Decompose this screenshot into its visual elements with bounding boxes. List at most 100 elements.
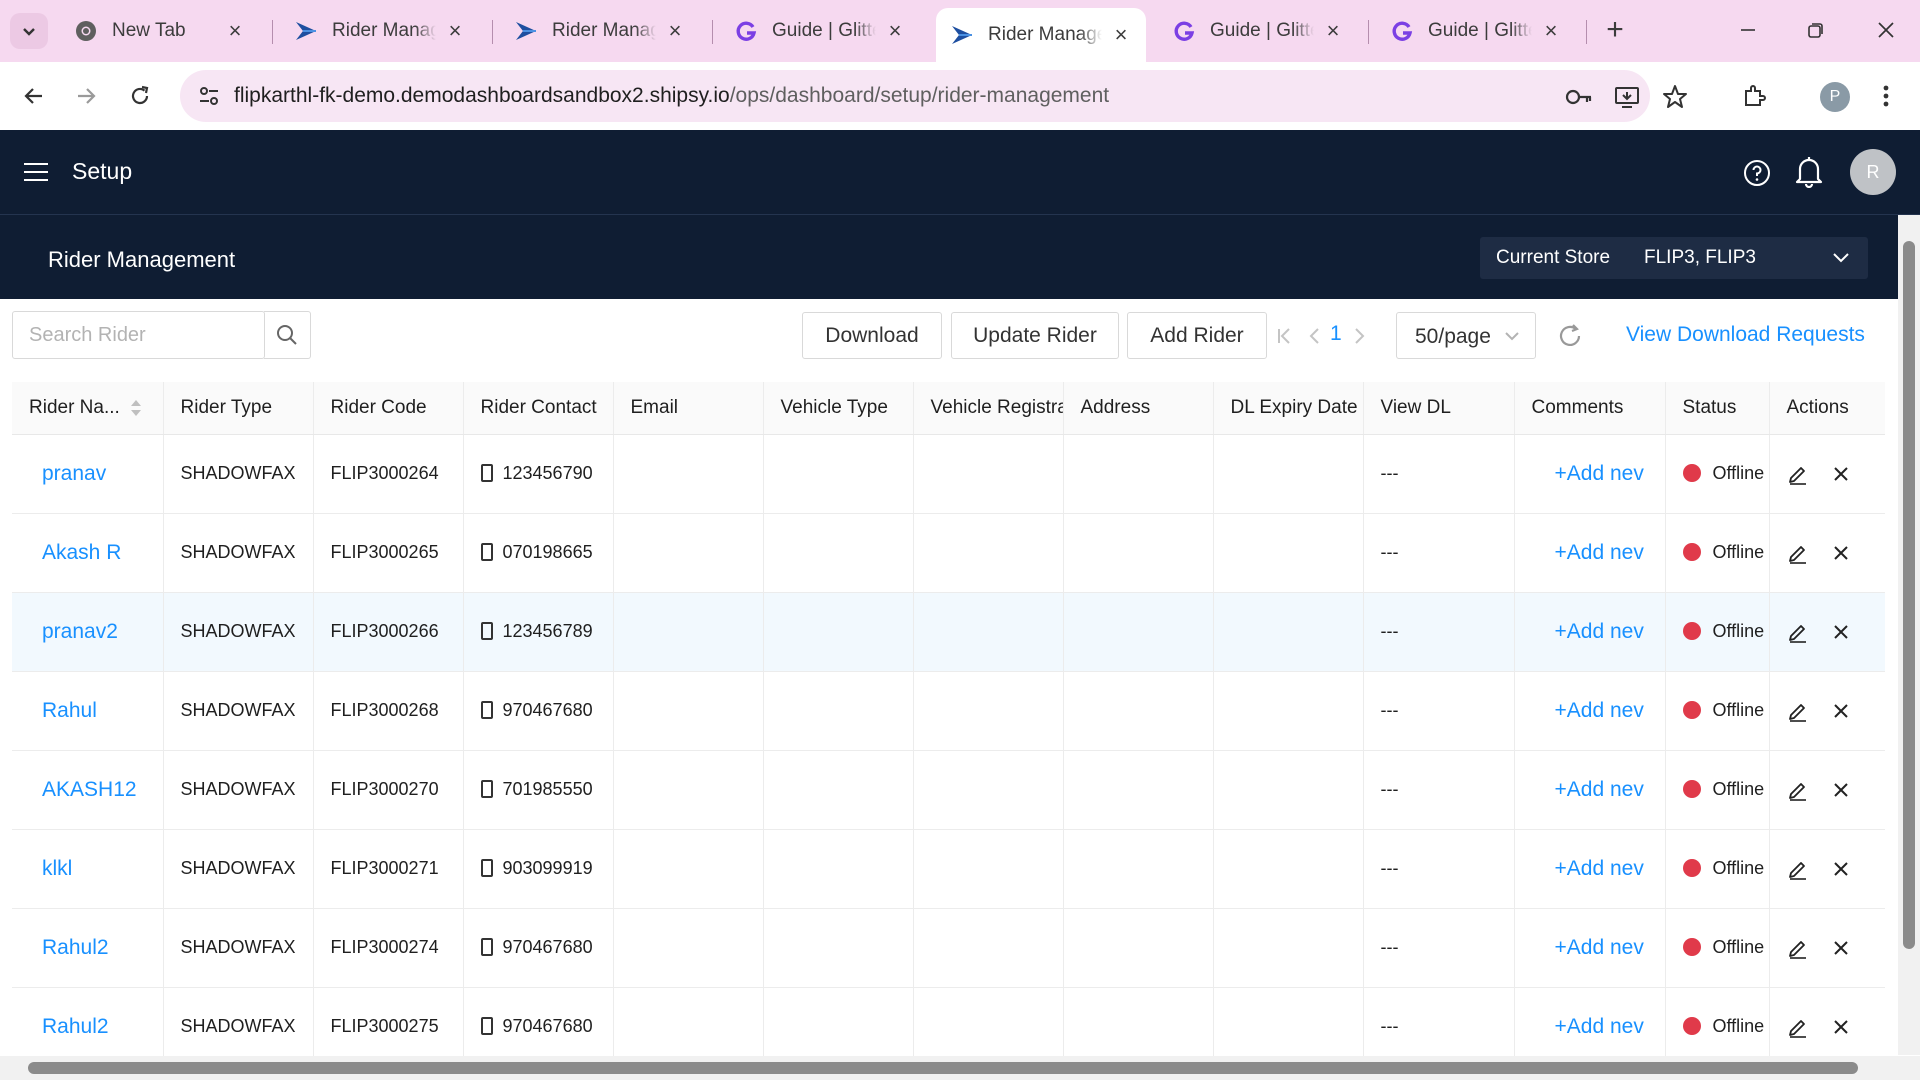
- rider-name-link[interactable]: pranav2: [12, 592, 164, 672]
- table-row[interactable]: Rahul2 SHADOWFAX FLIP3000274 970467680 -…: [12, 908, 1885, 988]
- scroll-thumb[interactable]: [1903, 241, 1915, 949]
- profile-avatar[interactable]: P: [1820, 82, 1850, 112]
- edit-icon[interactable]: [1787, 463, 1809, 485]
- view-download-requests-link[interactable]: View Download Requests: [1626, 323, 1865, 347]
- rider-name-link[interactable]: Rahul2: [12, 908, 164, 988]
- table-row[interactable]: Rahul2 SHADOWFAX FLIP3000275 970467680 -…: [12, 987, 1885, 1056]
- edit-icon[interactable]: [1787, 779, 1809, 801]
- browser-tab-3[interactable]: Guide | Glitter ×: [720, 8, 920, 54]
- browser-tab-1[interactable]: Rider Management ×: [280, 8, 480, 54]
- edit-icon[interactable]: [1787, 621, 1809, 643]
- close-icon[interactable]: ×: [1322, 20, 1344, 42]
- search-button[interactable]: [264, 311, 311, 359]
- back-button[interactable]: [14, 76, 54, 116]
- add-comment-link[interactable]: +Add nev: [1514, 750, 1666, 830]
- table-row[interactable]: Akash R SHADOWFAX FLIP3000265 070198665 …: [12, 513, 1885, 593]
- close-icon[interactable]: ×: [664, 20, 686, 42]
- vehicle-type-cell: [763, 987, 914, 1056]
- close-icon[interactable]: ×: [444, 20, 466, 42]
- table-row[interactable]: Rahul SHADOWFAX FLIP3000268 970467680 --…: [12, 671, 1885, 751]
- table-row[interactable]: klkl SHADOWFAX FLIP3000271 903099919 ---…: [12, 829, 1885, 909]
- reload-button[interactable]: [120, 76, 160, 116]
- column-header-rider-name[interactable]: Rider Na...: [12, 382, 164, 435]
- table-row[interactable]: AKASH12 SHADOWFAX FLIP3000270 701985550 …: [12, 750, 1885, 830]
- browser-tab-4-active[interactable]: Rider Management ×: [936, 8, 1146, 62]
- add-rider-button[interactable]: Add Rider: [1127, 312, 1267, 359]
- scroll-thumb[interactable]: [28, 1062, 1858, 1074]
- rider-name-link[interactable]: pranav: [12, 434, 164, 514]
- browser-menu-button[interactable]: [1866, 76, 1906, 116]
- edit-icon[interactable]: [1787, 858, 1809, 880]
- add-comment-link[interactable]: +Add nev: [1514, 908, 1666, 988]
- table-row[interactable]: pranav2 SHADOWFAX FLIP3000266 123456789 …: [12, 592, 1885, 672]
- chevron-down-icon: [23, 28, 35, 36]
- browser-tab-5[interactable]: Guide | Glitter ×: [1158, 8, 1358, 54]
- minimize-button[interactable]: [1728, 12, 1768, 48]
- add-comment-link[interactable]: +Add nev: [1514, 829, 1666, 909]
- delete-x-icon[interactable]: [1830, 700, 1852, 722]
- view-dl-cell: ---: [1363, 908, 1515, 988]
- add-comment-link[interactable]: +Add nev: [1514, 434, 1666, 514]
- install-app-icon[interactable]: [1612, 82, 1642, 112]
- add-comment-link[interactable]: +Add nev: [1514, 592, 1666, 672]
- new-tab-button[interactable]: +: [1598, 14, 1632, 48]
- tab-search-button[interactable]: [10, 13, 48, 49]
- page-size-select[interactable]: 50/page: [1396, 312, 1536, 359]
- edit-icon[interactable]: [1787, 700, 1809, 722]
- delete-x-icon[interactable]: [1830, 542, 1852, 564]
- download-button[interactable]: Download: [802, 312, 942, 359]
- delete-x-icon[interactable]: [1830, 937, 1852, 959]
- add-comment-link[interactable]: +Add nev: [1514, 671, 1666, 751]
- rider-name-link[interactable]: klkl: [12, 829, 164, 909]
- forward-button[interactable]: [66, 76, 106, 116]
- address-bar[interactable]: flipkarthl-fk-demo.demodashboardsandbox2…: [180, 70, 1687, 122]
- delete-x-icon[interactable]: [1830, 621, 1852, 643]
- add-comment-link[interactable]: +Add nev: [1514, 513, 1666, 593]
- delete-x-icon[interactable]: [1830, 858, 1852, 880]
- address-cell: [1063, 829, 1214, 909]
- delete-x-icon[interactable]: [1830, 1016, 1852, 1038]
- browser-tab-2[interactable]: Rider Management ×: [500, 8, 700, 54]
- prev-page-icon[interactable]: [1302, 322, 1326, 350]
- dl-expiry-cell: [1213, 987, 1364, 1056]
- edit-icon[interactable]: [1787, 937, 1809, 959]
- first-page-icon[interactable]: [1272, 322, 1296, 350]
- update-rider-button[interactable]: Update Rider: [951, 312, 1119, 359]
- browser-tab-6[interactable]: Guide | Glitter ×: [1376, 8, 1576, 54]
- extensions-button[interactable]: [1734, 76, 1774, 116]
- edit-icon[interactable]: [1787, 542, 1809, 564]
- delete-x-icon[interactable]: [1830, 463, 1852, 485]
- close-icon[interactable]: ×: [1110, 24, 1132, 46]
- horizontal-scrollbar[interactable]: [0, 1056, 1920, 1080]
- vehicle-type-cell: [763, 671, 914, 751]
- current-page[interactable]: 1: [1330, 322, 1342, 346]
- close-icon[interactable]: ×: [1540, 20, 1562, 42]
- search-input[interactable]: [13, 312, 264, 358]
- close-icon[interactable]: ×: [224, 20, 246, 42]
- help-icon[interactable]: [1742, 158, 1772, 188]
- user-avatar[interactable]: R: [1850, 149, 1896, 195]
- rider-name-link[interactable]: Akash R: [12, 513, 164, 593]
- password-key-icon[interactable]: [1564, 82, 1594, 112]
- bookmark-star-icon[interactable]: [1660, 82, 1690, 112]
- refresh-icon[interactable]: [1556, 322, 1584, 350]
- bell-icon[interactable]: [1794, 154, 1824, 188]
- delete-x-icon[interactable]: [1830, 779, 1852, 801]
- rider-code-cell: FLIP3000274: [313, 908, 464, 988]
- menu-icon[interactable]: [24, 163, 48, 181]
- close-icon[interactable]: ×: [884, 20, 906, 42]
- vertical-scrollbar[interactable]: [1898, 215, 1920, 1055]
- restore-button[interactable]: [1796, 12, 1836, 48]
- current-store-select[interactable]: Current Store FLIP3, FLIP3: [1480, 237, 1868, 279]
- rider-name-link[interactable]: AKASH12: [12, 750, 164, 830]
- close-window-button[interactable]: [1866, 12, 1906, 48]
- browser-tab-0[interactable]: New Tab ×: [60, 8, 260, 54]
- rider-name-link[interactable]: Rahul: [12, 671, 164, 751]
- next-page-icon[interactable]: [1348, 322, 1372, 350]
- table-row[interactable]: pranav SHADOWFAX FLIP3000264 123456790 -…: [12, 434, 1885, 514]
- sort-icon[interactable]: [130, 398, 142, 418]
- site-info-icon[interactable]: [196, 84, 222, 108]
- edit-icon[interactable]: [1787, 1016, 1809, 1038]
- rider-name-link[interactable]: Rahul2: [12, 987, 164, 1056]
- add-comment-link[interactable]: +Add nev: [1514, 987, 1666, 1056]
